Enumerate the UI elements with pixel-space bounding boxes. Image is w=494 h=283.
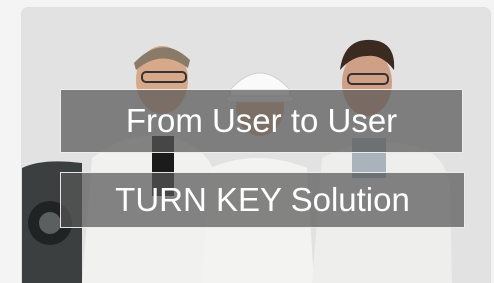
banner-frame: From User to User TURN KEY Solution [22, 8, 490, 283]
subheadline-text: TURN KEY Solution [115, 181, 410, 218]
headline-banner: From User to User [60, 89, 463, 153]
subheadline-banner: TURN KEY Solution [60, 172, 465, 228]
headline-text: From User to User [125, 102, 398, 139]
